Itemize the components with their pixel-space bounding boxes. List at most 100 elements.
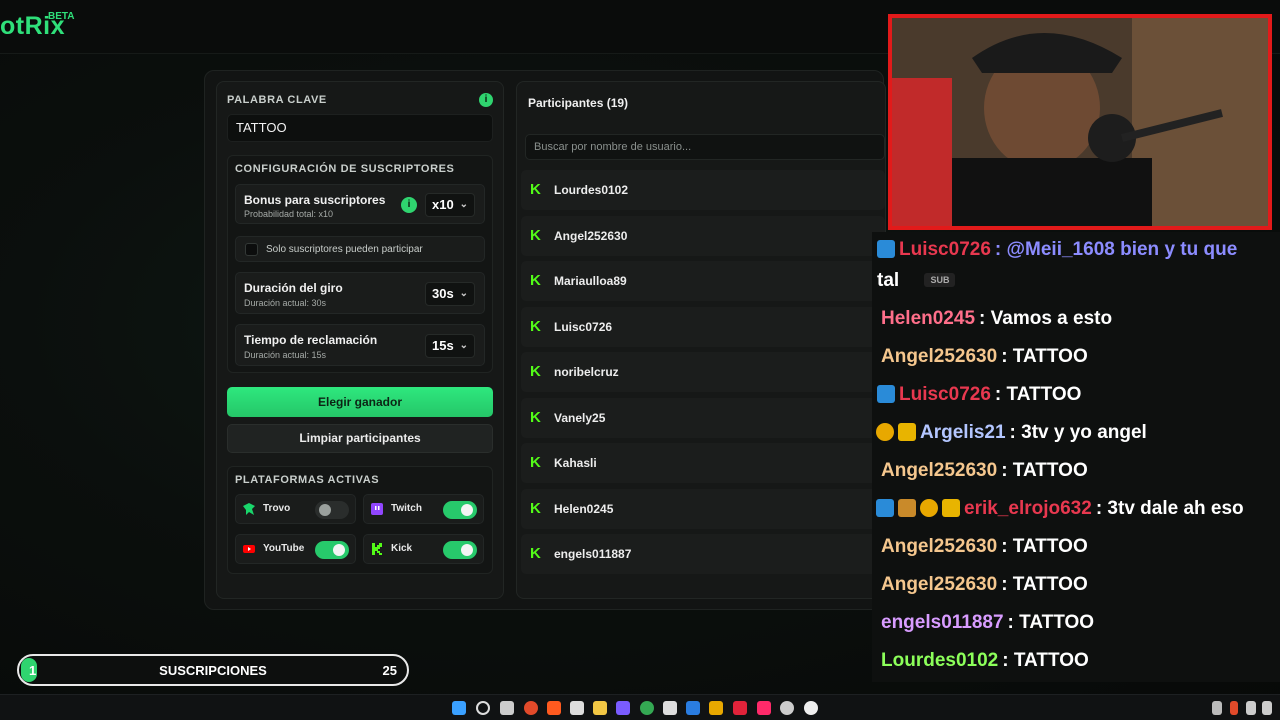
platforms-title: PLATAFORMAS ACTIVAS	[235, 474, 380, 486]
youtube-icon	[243, 545, 255, 553]
chat-message-text: : TATTOO	[1001, 346, 1088, 367]
claim-time-label: Tiempo de reclamación	[244, 333, 378, 347]
app-icon[interactable]	[686, 701, 700, 715]
start-icon[interactable]	[452, 701, 466, 715]
chat-message-text: : TATTOO	[1001, 574, 1088, 595]
subscriber-settings-title: CONFIGURACIÓN DE SUSCRIPTORES	[235, 163, 455, 175]
kick-icon: K	[530, 545, 541, 562]
keyword-input[interactable]: TATTOO	[227, 114, 493, 142]
chat-message-text: : TATTOO	[1001, 460, 1088, 481]
verified-badge-icon	[877, 240, 895, 258]
chat-message: Helen0245: Vamos a esto	[881, 308, 1112, 330]
verified-badge-icon	[877, 385, 895, 403]
chat-message-text: : TATTOO	[994, 384, 1082, 405]
participant-row[interactable]: K Kahasli	[521, 443, 885, 483]
chat-user: Helen0245	[881, 308, 976, 329]
kick-icon: K	[530, 409, 541, 426]
chat-user: Lourdes0102	[881, 650, 999, 671]
pick-winner-button[interactable]: Elegir ganador	[227, 387, 493, 417]
twitch-toggle[interactable]	[443, 501, 477, 519]
brave-icon[interactable]	[547, 701, 561, 715]
goal-target: 25	[382, 663, 397, 678]
spin-duration-dropdown[interactable]: 30s ⌄	[425, 282, 475, 306]
chat-message: Angel252630: TATTOO	[881, 346, 1088, 368]
participant-row[interactable]: K Lourdes0102	[521, 170, 885, 210]
crown-badge-icon	[898, 423, 916, 441]
gem-badge-icon	[898, 499, 916, 517]
keyword-label: PALABRA CLAVE	[227, 94, 327, 106]
participant-row[interactable]: K Helen0245	[521, 489, 885, 529]
platform-name: Trovo	[263, 503, 291, 514]
app-icon[interactable]	[780, 701, 794, 715]
clear-participants-button[interactable]: Limpiar participantes	[227, 424, 493, 453]
trovo-toggle[interactable]	[315, 501, 349, 519]
platform-kick: Kick	[363, 534, 484, 564]
platform-name: Kick	[391, 543, 413, 554]
participant-row[interactable]: K Luisc0726	[521, 307, 885, 347]
network-icon[interactable]	[1246, 701, 1256, 715]
chat-message-continuation: tal SUB	[877, 270, 956, 292]
platform-name: YouTube	[263, 543, 305, 554]
participant-name: Kahasli	[554, 456, 597, 470]
chat-message: Luisc0726: @Meii_1608 bien y tu que	[877, 239, 1238, 261]
folder-icon[interactable]	[593, 701, 607, 715]
app-icon[interactable]	[570, 701, 584, 715]
participant-name: engels011887	[554, 547, 632, 561]
trovo-icon	[243, 503, 255, 515]
chat-message: engels011887: TATTOO	[881, 612, 1094, 634]
app-icon[interactable]	[757, 701, 771, 715]
volume-icon[interactable]	[1262, 701, 1272, 715]
only-subs-row[interactable]: Solo suscriptores pueden participar	[235, 236, 485, 262]
search-icon[interactable]	[476, 701, 490, 715]
youtube-toggle[interactable]	[315, 541, 349, 559]
kick-toggle[interactable]	[443, 541, 477, 559]
participant-row[interactable]: K Vanely25	[521, 398, 885, 438]
participant-name: noribelcruz	[554, 365, 619, 379]
chat-message-text: : TATTOO	[1007, 612, 1095, 633]
app-icon[interactable]	[709, 701, 723, 715]
verified-badge-icon	[876, 499, 894, 517]
participant-name: Angel252630	[554, 229, 628, 243]
chevron-down-icon: ⌄	[459, 199, 468, 210]
browser-icon[interactable]	[524, 701, 538, 715]
task-view-icon[interactable]	[500, 701, 514, 715]
kick-icon: K	[530, 363, 541, 380]
chat-user: Angel252630	[881, 536, 998, 557]
bonus-info-icon[interactable]: i	[401, 197, 417, 213]
chevron-down-icon: ⌄	[459, 340, 468, 351]
participant-row[interactable]: Kengels011887	[521, 534, 885, 574]
app-icon[interactable]	[733, 701, 747, 715]
kick-icon: K	[530, 272, 541, 289]
webcam-overlay	[888, 14, 1272, 230]
chat-message: Angel252630: TATTOO	[881, 536, 1088, 558]
webcam-image	[892, 18, 1268, 226]
only-subs-checkbox[interactable]	[245, 243, 258, 256]
app-icon[interactable]	[663, 701, 677, 715]
chat-message-text: : TATTOO	[1001, 536, 1088, 557]
bonus-row: Bonus para suscriptores Probabilidad tot…	[235, 184, 485, 224]
only-subs-label: Solo suscriptores pueden participar	[266, 244, 423, 255]
chat-message-text: : @Meii_1608 bien y tu que	[994, 239, 1238, 260]
obs-icon[interactable]	[804, 701, 818, 715]
coin-badge-icon	[920, 499, 938, 517]
participant-row[interactable]: K Mariaulloa89	[521, 261, 885, 301]
chat-user: Angel252630	[881, 346, 998, 367]
app-icon[interactable]	[616, 701, 630, 715]
platform-twitch: Twitch	[363, 494, 484, 524]
chrome-icon[interactable]	[640, 701, 654, 715]
tray-chevron-icon[interactable]	[1212, 701, 1222, 715]
participant-row[interactable]: K Angel252630	[521, 216, 885, 256]
chat-user: Luisc0726	[899, 239, 991, 260]
chat-message: Lourdes0102: TATTOO	[881, 650, 1089, 672]
spin-duration-label: Duración del giro	[244, 281, 343, 295]
participant-name: Luisc0726	[554, 320, 613, 334]
participant-search-input[interactable]: Buscar por nombre de usuario...	[525, 134, 885, 160]
microphone-icon[interactable]	[1230, 701, 1238, 715]
claim-time-dropdown[interactable]: 15s ⌄	[425, 334, 475, 358]
chat-user: Luisc0726	[899, 384, 991, 405]
keyword-info-icon[interactable]: i	[479, 93, 493, 107]
chat-message: erik_elrojo632: 3tv dale ah eso	[876, 498, 1244, 520]
bonus-dropdown[interactable]: x10 ⌄	[425, 193, 475, 217]
participant-row[interactable]: Knoribelcruz	[521, 352, 885, 392]
platform-name: Twitch	[391, 503, 422, 514]
